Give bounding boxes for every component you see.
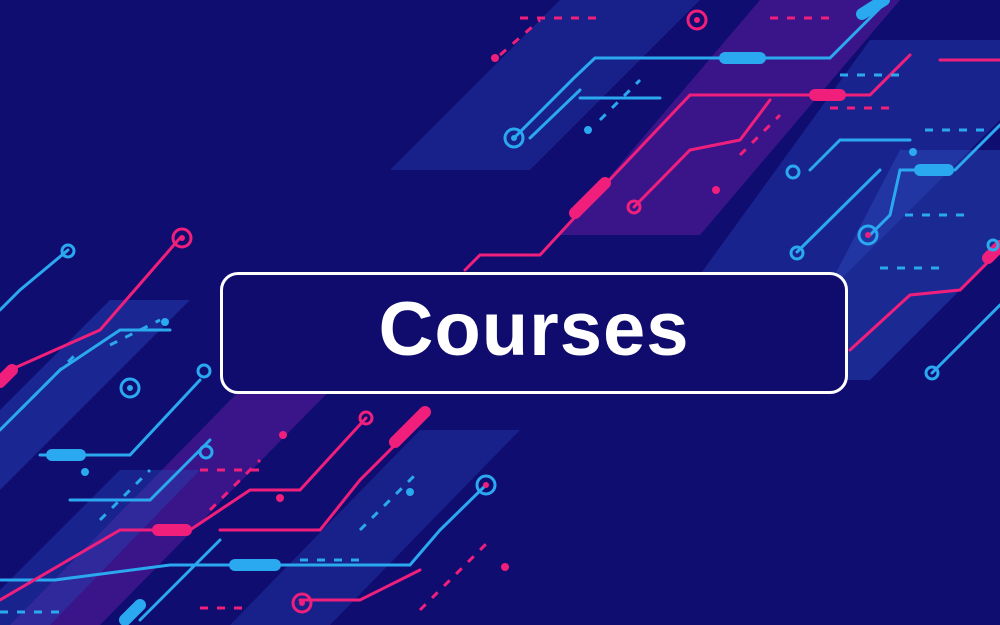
- page-title: Courses: [378, 287, 690, 372]
- courses-banner: Courses: [0, 0, 1000, 625]
- title-frame: Courses: [220, 272, 848, 394]
